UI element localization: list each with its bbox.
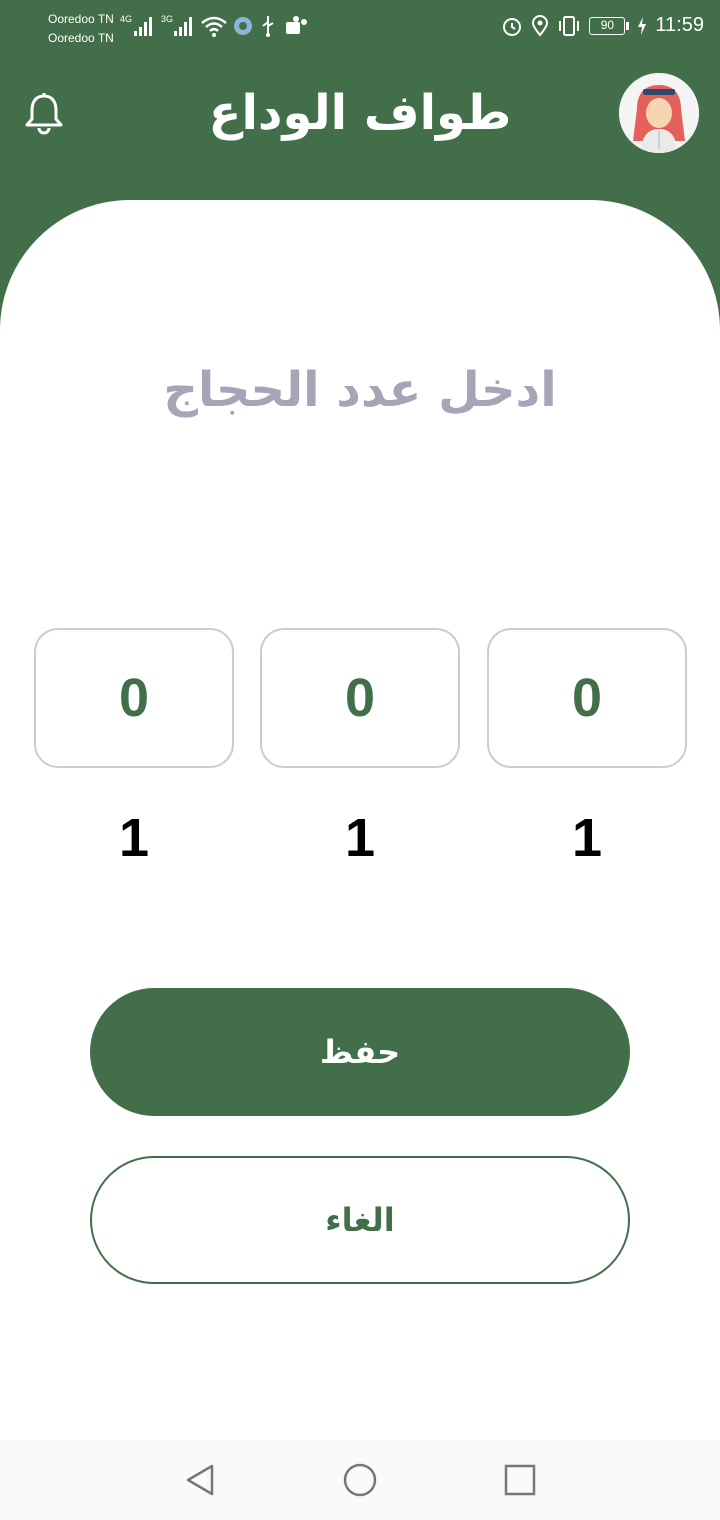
charging-icon <box>638 16 647 35</box>
cancel-button[interactable]: الغاء <box>90 1156 630 1284</box>
location-icon <box>532 14 549 37</box>
home-icon[interactable] <box>340 1460 380 1500</box>
network-1-label: 4G <box>120 14 133 24</box>
carrier-1-label: Ooredoo TN <box>48 12 114 26</box>
counter-label-3: 1 <box>571 808 603 868</box>
wifi-icon <box>201 16 227 37</box>
recents-icon[interactable] <box>500 1460 540 1500</box>
battery-icon: 90 <box>589 16 630 35</box>
status-right: 90 11:59 <box>501 14 704 37</box>
counter-box-1[interactable]: 0 <box>34 628 234 768</box>
back-icon[interactable] <box>180 1460 220 1500</box>
counter-box-2[interactable]: 0 <box>260 628 460 768</box>
usb-icon <box>262 16 274 37</box>
teams-icon <box>286 16 307 34</box>
app-notification-icon <box>234 17 252 35</box>
save-button[interactable]: حفظ <box>90 988 630 1116</box>
carrier-labels: Ooredoo TN Ooredoo TN <box>48 10 114 48</box>
page-title: طواف الوداع <box>208 85 512 141</box>
avatar[interactable] <box>619 73 699 153</box>
user-avatar-icon <box>619 73 699 153</box>
vibrate-icon <box>559 15 580 36</box>
counter-box-3[interactable]: 0 <box>487 628 687 768</box>
signal-1-icon <box>134 17 152 36</box>
alarm-icon <box>503 17 522 36</box>
pilgrims-count-prompt: ادخل عدد الحجاج <box>163 362 557 418</box>
status-bar: Ooredoo TN Ooredoo TN 4G 3G 90 11:59 <box>0 0 720 60</box>
battery-level: 90 <box>589 16 626 35</box>
carrier-2-label: Ooredoo TN <box>48 31 114 45</box>
status-time: 11:59 <box>655 14 704 36</box>
counter-label-1: 1 <box>118 808 150 868</box>
bell-icon[interactable] <box>22 90 66 136</box>
signal-2-icon <box>174 17 192 36</box>
counter-label-2: 1 <box>344 808 376 868</box>
system-nav-bar <box>0 1440 720 1520</box>
